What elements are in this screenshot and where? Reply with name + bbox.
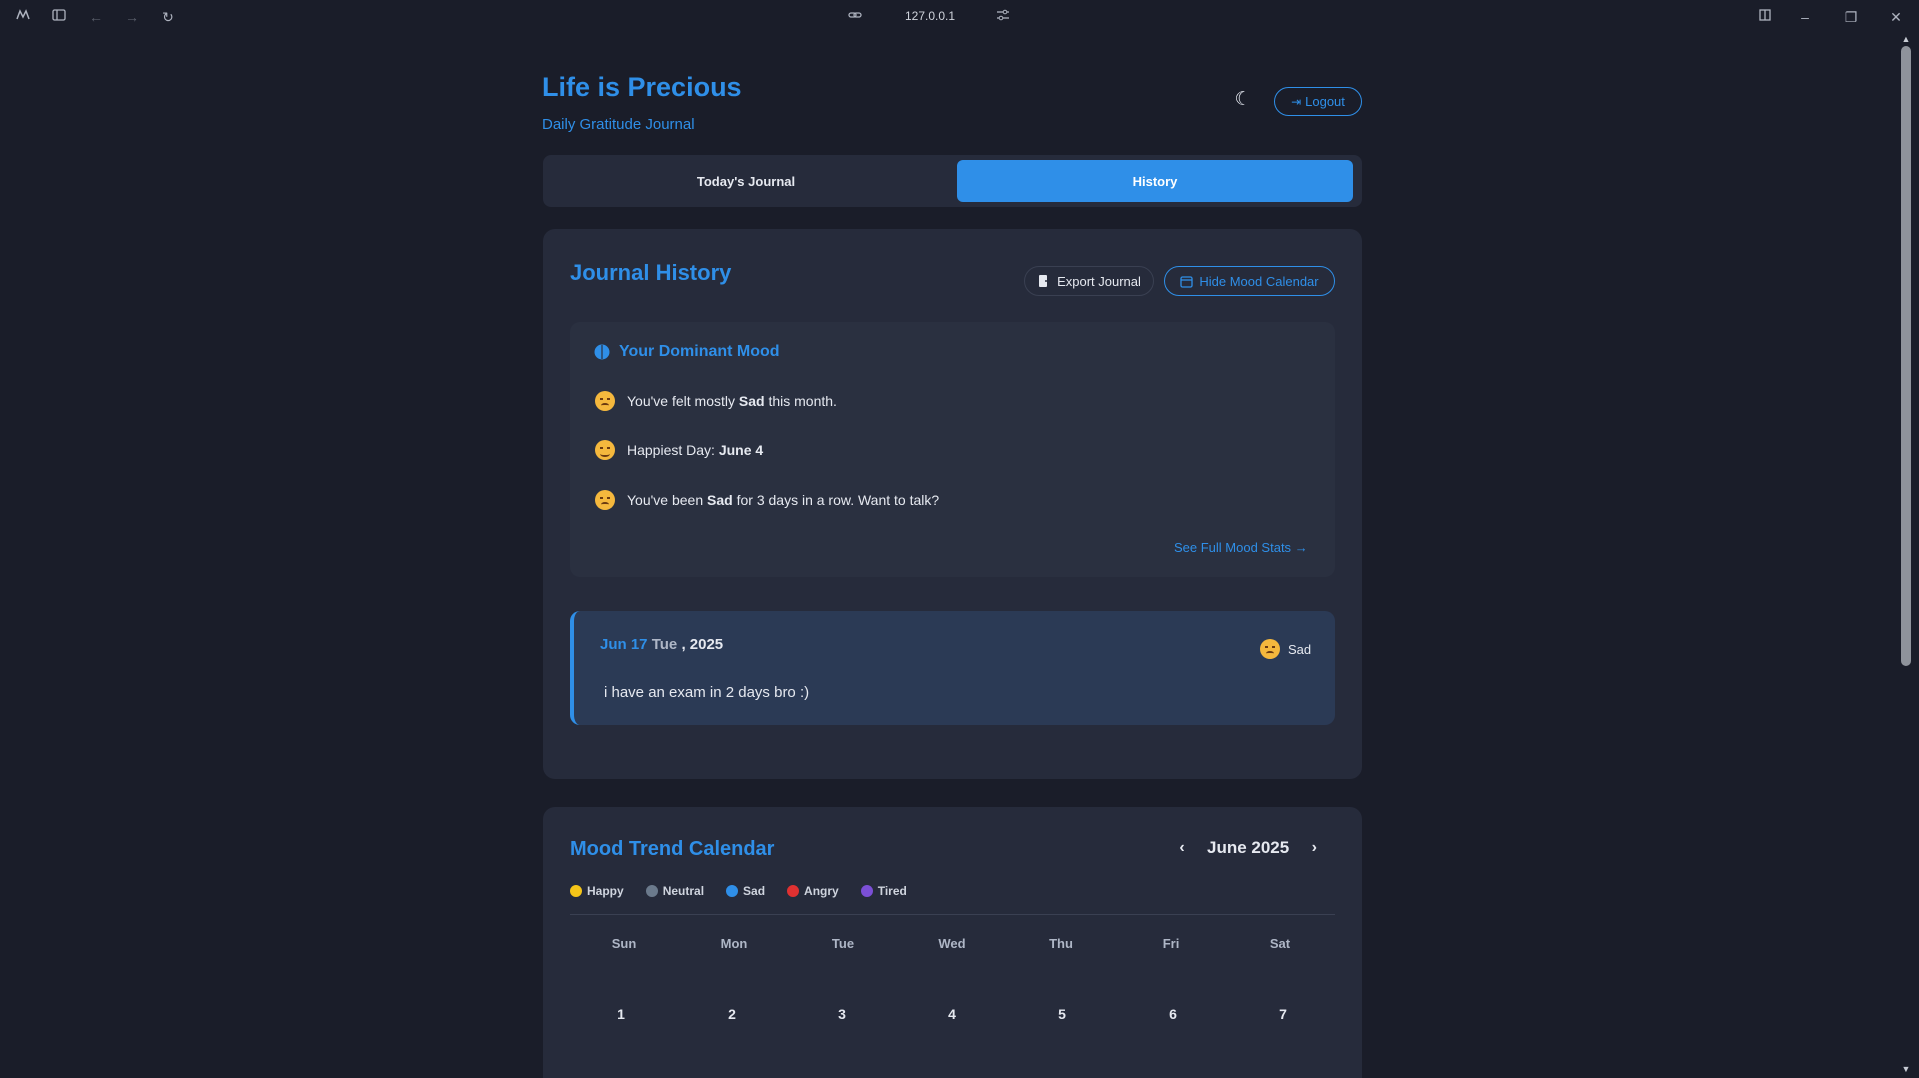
dominant-mood-heading: Your Dominant Mood [593,343,780,361]
weekday-header: Thu [1049,936,1073,951]
app-title: Life is Precious [542,72,742,102]
weekday-header: Sat [1269,936,1291,951]
scroll-up-icon[interactable]: ▲ [1900,34,1912,44]
export-file-icon [1039,275,1052,287]
legend-dot [570,885,582,897]
restore-icon[interactable]: ❐ [1841,7,1861,27]
legend-item-neutral: Neutral [645,884,704,898]
entry-date: Jun 17 Tue , 2025 [600,636,724,653]
legend-dot [726,885,739,897]
dominant-mood-panel: Your Dominant Mood You've felt mostly Sa… [570,322,1335,577]
legend-item-happy: Happy [570,884,624,898]
tab-todays-journal[interactable]: Today's Journal [548,160,944,202]
calendar-day[interactable]: 1 [566,1006,676,1022]
export-journal-label: Export Journal [1057,273,1141,289]
mood-summary-text: You've felt mostly Sad this month. [627,393,837,409]
calendar-day[interactable]: 7 [1228,1006,1338,1022]
weekday-header: Wed [938,936,966,951]
mood-streak-text: You've been Sad for 3 days in a row. Wan… [627,492,940,508]
forward-icon[interactable]: → [122,7,142,27]
current-month: June 2025 [1207,838,1290,857]
weekday-header: Sun [611,936,637,951]
browser-toolbar: ← → ↻ 127.0.0.1 – ❐ ✕ [0,0,1919,34]
entry-text: i have an exam in 2 days bro :) [604,684,810,701]
url-field[interactable]: 127.0.0.1 [905,9,955,23]
legend-item-angry: Angry [787,884,839,898]
calendar-day[interactable]: 3 [787,1006,897,1022]
mood-streak-line: You've been Sad for 3 days in a row. Wan… [595,490,939,510]
weekday-header: Mon [720,936,748,951]
calendar-divider [570,914,1335,915]
mood-trend-calendar-title: Mood Trend Calendar [570,838,775,860]
tab-history[interactable]: History [957,160,1353,202]
logout-label: Logout [1305,94,1345,109]
page-scrollbar[interactable]: ▲ ▼ [1896,34,1919,1078]
journal-history-title: Journal History [570,260,732,285]
calendar-day[interactable]: 4 [897,1006,1007,1022]
arrow-right-icon: → [1294,540,1308,555]
calendar-day[interactable]: 6 [1118,1006,1228,1022]
weekday-header: Fri [1162,936,1180,951]
tab-bar: Today's Journal History [543,155,1362,207]
happiest-day-text: Happiest Day: June 4 [627,442,764,458]
sad-face-icon [1260,639,1280,659]
legend-item-sad: Sad [726,884,765,898]
link-icon[interactable] [845,7,865,27]
journal-entry[interactable]: Jun 17 Tue , 2025 Sad i have an exam in … [570,611,1335,725]
sad-face-icon [595,490,615,510]
mood-legend: Happy Neutral Sad Angry Tired [570,884,907,898]
settings-sliders-icon[interactable] [993,7,1013,27]
reload-icon[interactable]: ↻ [158,7,178,27]
calendar-day[interactable]: 5 [1007,1006,1117,1022]
logout-button[interactable]: ⇥ Logout [1274,87,1362,116]
scrollbar-thumb[interactable] [1901,46,1911,666]
hide-mood-calendar-label: Hide Mood Calendar [1199,273,1319,289]
month-navigation: ‹ June 2025 › [1175,838,1321,858]
hide-mood-calendar-button[interactable]: Hide Mood Calendar [1164,266,1335,296]
happy-face-icon [595,440,615,460]
chevron-right-icon[interactable]: › [1307,839,1321,857]
legend-item-tired: Tired [860,884,907,898]
entry-mood-label: Sad [1288,641,1312,657]
brain-icon [594,344,610,360]
sad-face-icon [595,391,615,411]
back-icon[interactable]: ← [86,7,106,27]
calendar-icon [1180,275,1194,288]
legend-dot [645,885,658,897]
split-view-icon[interactable] [1755,7,1775,27]
dominant-mood-title: Your Dominant Mood [619,343,780,360]
entry-mood-badge: Sad [1260,639,1311,659]
legend-dot [860,885,873,897]
app-logo-icon[interactable] [13,7,33,27]
chevron-left-icon[interactable]: ‹ [1175,839,1189,857]
scroll-down-icon[interactable]: ▼ [1900,1064,1912,1074]
sidebar-toggle-icon[interactable] [49,7,69,27]
weekday-header: Tue [831,936,855,951]
logout-icon: ⇥ [1291,94,1302,109]
moon-icon[interactable]: ☾ [1232,89,1254,111]
happiest-day-line: Happiest Day: June 4 [595,440,763,460]
close-icon[interactable]: ✕ [1886,7,1906,27]
legend-dot [787,885,800,897]
app-subtitle: Daily Gratitude Journal [542,116,695,133]
mood-summary-line: You've felt mostly Sad this month. [595,391,837,411]
minimize-icon[interactable]: – [1795,7,1815,27]
see-full-mood-stats-link[interactable]: See Full Mood Stats → [1174,540,1308,555]
calendar-day[interactable]: 2 [677,1006,787,1022]
export-journal-button[interactable]: Export Journal [1024,266,1154,296]
